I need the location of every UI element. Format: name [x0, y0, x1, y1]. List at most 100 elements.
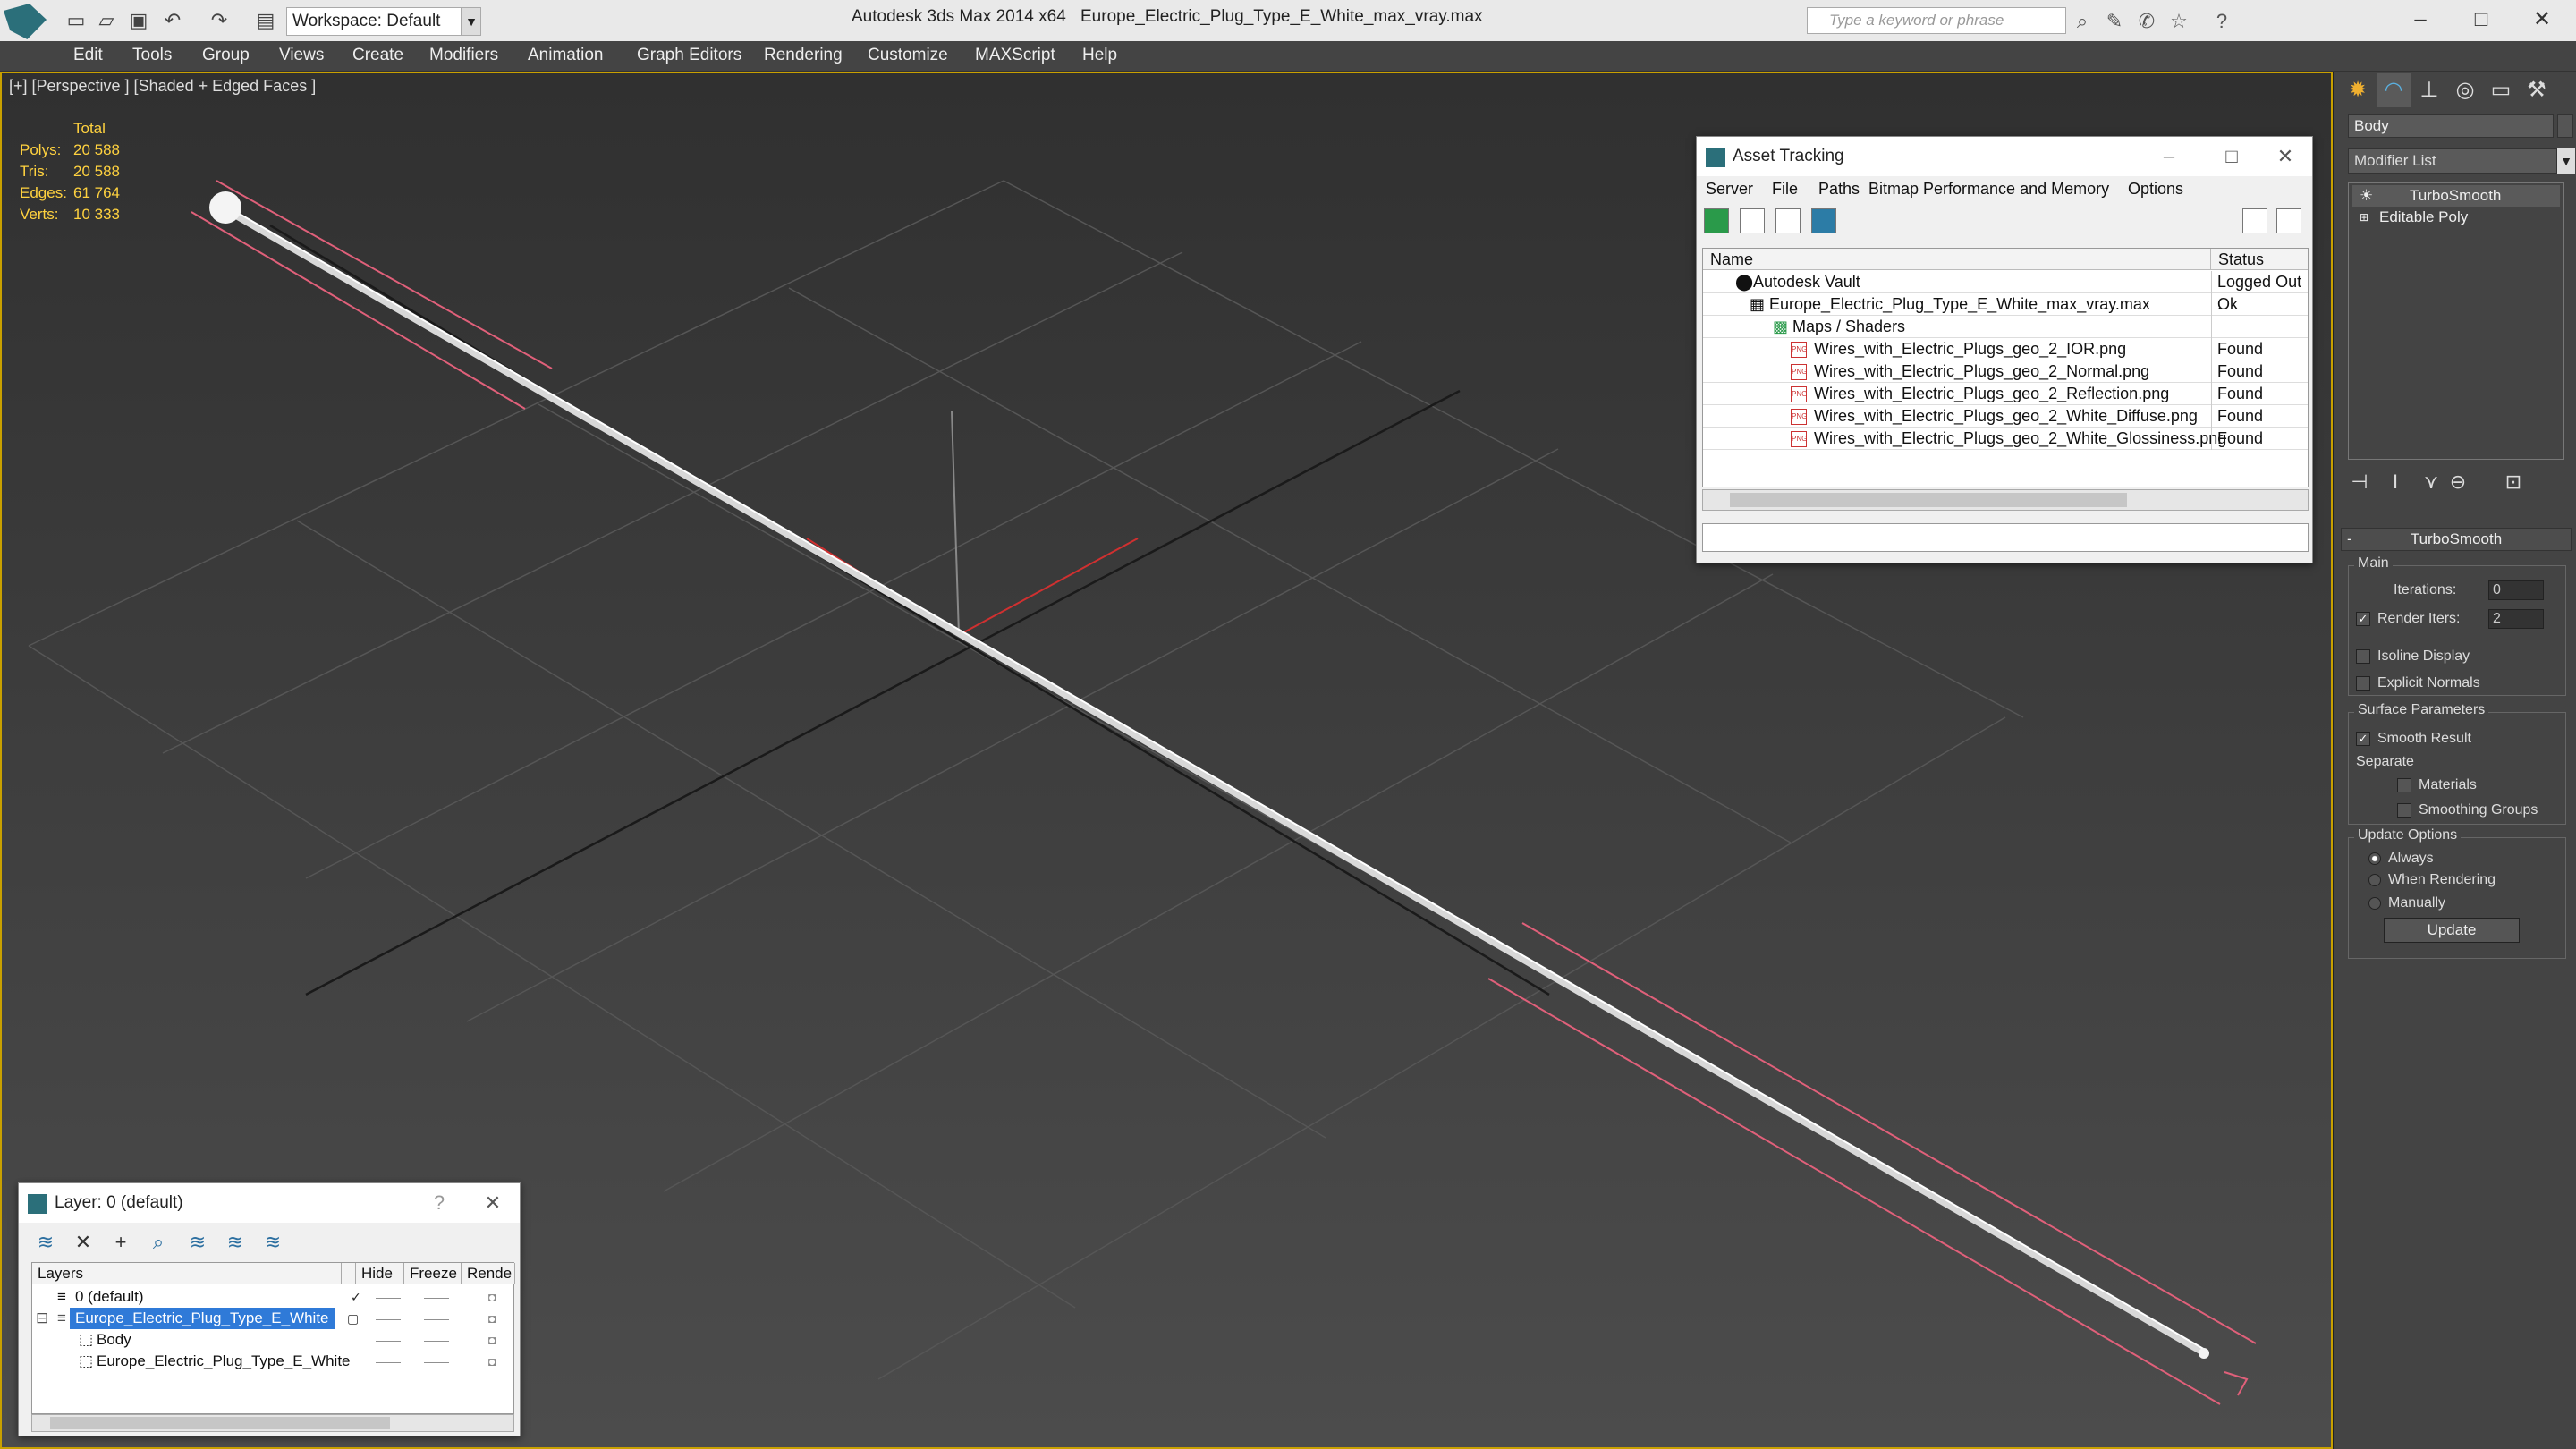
menu-edit[interactable]: Edit: [73, 46, 103, 65]
help-icon[interactable]: [2242, 208, 2267, 233]
asset-horizontal-scrollbar[interactable]: [1702, 489, 2309, 511]
layer-row[interactable]: ⬚ Body —— —— ◘: [32, 1329, 515, 1351]
hide-toggle[interactable]: ——: [376, 1308, 401, 1329]
collapse-icon[interactable]: -: [2347, 529, 2352, 550]
app-logo-icon[interactable]: [4, 4, 47, 39]
detail-view-icon[interactable]: [1775, 208, 1801, 233]
list-item[interactable]: ▦ Europe_Electric_Plug_Type_E_White_max_…: [1703, 293, 2308, 316]
scrollbar-thumb[interactable]: [1730, 493, 2127, 507]
column-header-name[interactable]: Name: [1703, 249, 2211, 270]
asset-menu-bitmap-performance[interactable]: Bitmap Performance and Memory: [1868, 180, 2109, 199]
asset-menu-file[interactable]: File: [1772, 180, 1798, 199]
menu-customize[interactable]: Customize: [868, 46, 948, 65]
radio-when-rendering[interactable]: When Rendering: [2368, 870, 2496, 890]
asset-path-field[interactable]: [1702, 523, 2309, 552]
layer-manager-titlebar[interactable]: Layer: 0 (default) ? ✕: [19, 1183, 520, 1223]
search-input[interactable]: Type a keyword or phrase: [1807, 7, 2066, 34]
workspace-select[interactable]: Workspace: Default: [286, 7, 462, 36]
chevron-down-icon[interactable]: ▼: [2557, 148, 2575, 174]
radio-icon[interactable]: [2368, 873, 2381, 886]
menu-maxscript[interactable]: MAXScript: [975, 46, 1055, 65]
close-icon[interactable]: ✕: [2515, 4, 2569, 36]
column-header-current[interactable]: [342, 1263, 356, 1284]
redo-icon[interactable]: ↷: [208, 9, 231, 32]
freeze-toggle[interactable]: ——: [424, 1351, 449, 1372]
minimize-icon[interactable]: –: [2394, 4, 2447, 36]
smoothing-groups-checkbox[interactable]: Smoothing Groups: [2397, 801, 2538, 820]
hide-toggle[interactable]: ——: [376, 1286, 401, 1308]
menu-rendering[interactable]: Rendering: [764, 46, 843, 65]
stack-item-editable-poly[interactable]: ⊞ Editable Poly: [2352, 207, 2560, 228]
render-iters-checkbox[interactable]: ✓ Render Iters:: [2356, 609, 2460, 629]
list-item[interactable]: PNG Wires_with_Electric_Plugs_geo_2_Norm…: [1703, 360, 2308, 383]
asset-menu-paths[interactable]: Paths: [1818, 180, 1860, 199]
list-item[interactable]: PNG Wires_with_Electric_Plugs_geo_2_Whit…: [1703, 428, 2308, 450]
layer-row[interactable]: ≡ 0 (default) ✓ —— —— ◘: [32, 1286, 515, 1308]
layer-horizontal-scrollbar[interactable]: [31, 1414, 514, 1432]
create-layer-icon[interactable]: ≋: [33, 1230, 58, 1255]
menu-group[interactable]: Group: [202, 46, 250, 65]
list-item[interactable]: PNG Wires_with_Electric_Plugs_geo_2_IOR.…: [1703, 338, 2308, 360]
freeze-toggle[interactable]: ——: [424, 1286, 449, 1308]
configure-modifier-sets-icon[interactable]: ⊡: [2500, 469, 2527, 496]
list-item[interactable]: ▩ Maps / Shaders: [1703, 316, 2308, 338]
create-tab-icon[interactable]: ✹: [2341, 73, 2375, 107]
subscription-icon[interactable]: ✎: [2102, 9, 2127, 34]
communication-icon[interactable]: ✆: [2134, 9, 2159, 34]
menu-tools[interactable]: Tools: [132, 46, 172, 65]
menu-views[interactable]: Views: [279, 46, 324, 65]
radio-always[interactable]: Always: [2368, 849, 2434, 869]
render-toggle-icon[interactable]: ◘: [488, 1351, 496, 1372]
refresh-icon[interactable]: [1704, 208, 1729, 233]
scrollbar-thumb[interactable]: [50, 1417, 390, 1429]
freeze-toggle[interactable]: ——: [424, 1329, 449, 1351]
list-view-icon[interactable]: [1740, 208, 1765, 233]
lightbulb-icon[interactable]: ☀: [2360, 185, 2373, 207]
column-header-layers[interactable]: Layers: [32, 1263, 342, 1284]
maximize-icon[interactable]: □: [2454, 4, 2508, 36]
options-icon[interactable]: [2276, 208, 2301, 233]
current-layer-check-icon[interactable]: ✓: [351, 1286, 361, 1308]
hierarchy-tab-icon[interactable]: ⊥: [2412, 73, 2446, 107]
render-toggle-icon[interactable]: ◘: [488, 1286, 496, 1308]
object-color-swatch[interactable]: [2557, 114, 2573, 138]
list-item[interactable]: ⬤ Autodesk Vault Logged Out .: [1703, 271, 2308, 313]
add-to-layer-icon[interactable]: +: [108, 1230, 133, 1255]
iterations-spinner[interactable]: 0: [2488, 580, 2544, 600]
explicit-normals-checkbox[interactable]: Explicit Normals: [2356, 674, 2480, 693]
current-layer-box-icon[interactable]: ▢: [347, 1308, 359, 1329]
menu-help[interactable]: Help: [1082, 46, 1117, 65]
menu-graph-editors[interactable]: Graph Editors: [637, 46, 741, 65]
smooth-result-checkbox[interactable]: ✓ Smooth Result: [2356, 729, 2471, 749]
help-icon[interactable]: ?: [2209, 9, 2234, 34]
turbosmooth-rollout-header[interactable]: - TurboSmooth: [2341, 528, 2572, 551]
hide-toggle[interactable]: ——: [376, 1351, 401, 1372]
column-header-render[interactable]: Rende: [462, 1263, 515, 1284]
materials-checkbox[interactable]: Materials: [2397, 775, 2477, 795]
radio-icon[interactable]: [2368, 896, 2381, 910]
asset-tracking-titlebar[interactable]: Asset Tracking – □ ✕: [1697, 137, 2312, 176]
render-toggle-icon[interactable]: ◘: [488, 1308, 496, 1329]
select-highlighted-icon[interactable]: ⌕: [146, 1230, 171, 1255]
new-file-icon[interactable]: ▭: [64, 9, 88, 32]
freeze-toggle[interactable]: ——: [424, 1308, 449, 1329]
asset-menu-options[interactable]: Options: [2128, 180, 2183, 199]
highlight-selected-icon[interactable]: ≋: [185, 1230, 210, 1255]
freeze-all-layers-icon[interactable]: ≋: [260, 1230, 285, 1255]
utilities-tab-icon[interactable]: ⚒: [2520, 73, 2554, 107]
checkbox-checked-icon[interactable]: ✓: [2356, 611, 2370, 626]
maximize-icon[interactable]: □: [2205, 137, 2258, 176]
viewport-label[interactable]: [+] [Perspective ] [Shaded + Edged Faces…: [9, 77, 316, 96]
render-iters-spinner[interactable]: 2: [2488, 609, 2544, 629]
show-end-result-icon[interactable]: I: [2382, 469, 2409, 496]
help-button[interactable]: ?: [412, 1183, 466, 1223]
stack-item-turbosmooth[interactable]: ☀ TurboSmooth: [2352, 185, 2560, 207]
close-icon[interactable]: ✕: [466, 1183, 520, 1223]
checkbox-icon[interactable]: [2397, 802, 2411, 818]
save-file-icon[interactable]: ▣: [127, 9, 150, 32]
close-icon[interactable]: ✕: [2258, 137, 2312, 176]
render-toggle-icon[interactable]: ◘: [488, 1329, 496, 1351]
object-name-field[interactable]: Body: [2348, 114, 2554, 138]
asset-menu-server[interactable]: Server: [1706, 180, 1753, 199]
list-item[interactable]: PNG Wires_with_Electric_Plugs_geo_2_Refl…: [1703, 383, 2308, 405]
